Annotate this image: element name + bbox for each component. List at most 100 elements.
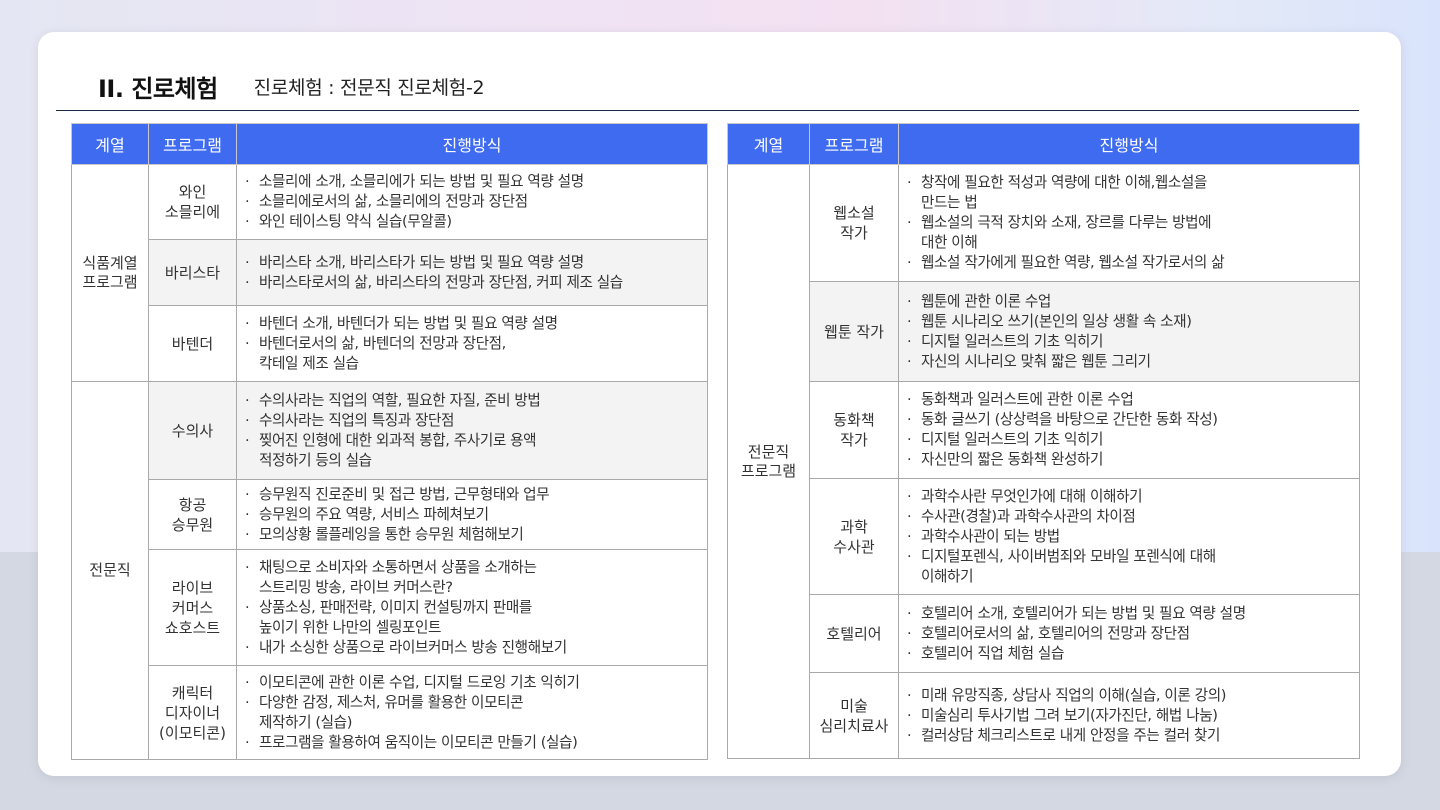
method-cell: · 미래 유망직종, 상담사 직업의 이해(실습, 이론 강의) · 미술심리 투사기… (898, 672, 1360, 759)
bullet-dot-icon: · (907, 726, 912, 744)
program-cell: 웹툰 작가 (809, 281, 899, 382)
method-bullet: · 동화책과 일러스트에 관한 이론 수업 (907, 390, 1353, 410)
bullet-dot-icon: · (245, 173, 250, 190)
method-text: 다양한 감정, 제스처, 유머를 활용한 이모티콘 제작하기 (실습) (259, 693, 524, 731)
method-bullet: · 수사관(경찰)과 과학수사관의 차이점 (907, 507, 1353, 527)
bullet-dot-icon: · (245, 391, 250, 409)
method-text: 동화책과 일러스트에 관한 이론 수업 (921, 391, 1134, 408)
program-cell: 캐릭터 디자이너 (이모티콘) (148, 665, 237, 760)
method-bullet: · 찢어진 인형에 대한 외과적 봉합, 주사기로 용액 적정하기 등의 실습 (245, 431, 701, 471)
method-text: 디지털 일러스트의 기초 익히기 (921, 431, 1104, 448)
method-bullet: · 승무원의 주요 역량, 서비스 파헤쳐보기 (245, 505, 701, 525)
program-cell: 동화책 작가 (809, 381, 899, 479)
method-text: 상품소싱, 판매전략, 이미지 컨설팅까지 판매를 높이기 위한 나만의 셀링포… (259, 598, 532, 636)
method-text: 찢어진 인형에 대한 외과적 봉합, 주사기로 용액 적정하기 등의 실습 (259, 431, 537, 469)
program-cell: 웹소설 작가 (809, 164, 899, 282)
method-cell: · 창작에 필요한 적성과 역량에 대한 이해,웹소설을 만드는 법 · 웹소설의 극… (898, 164, 1360, 282)
method-bullet: · 소믈리에로서의 삶, 소믈리에의 전망과 장단점 (245, 192, 701, 212)
method-bullet: · 소믈리에 소개, 소믈리에가 되는 방법 및 필요 역량 설명 (245, 172, 701, 192)
bullet-dot-icon: · (907, 431, 912, 448)
bullet-dot-icon: · (245, 638, 250, 656)
method-bullet: · 과학수사란 무엇인가에 대해 이해하기 (907, 487, 1353, 507)
bullet-dot-icon: · (907, 686, 912, 704)
bullet-dot-icon: · (245, 411, 250, 429)
bullet-dot-icon: · (907, 624, 912, 642)
method-bullet: · 이모티콘에 관한 이론 수업, 디지털 드로잉 기초 익히기 (245, 673, 701, 693)
header-program: 프로그램 (148, 123, 237, 165)
bullet-dot-icon: · (907, 254, 912, 271)
method-text: 바텐더 소개, 바텐더가 되는 방법 및 필요 역량 설명 (259, 314, 558, 332)
method-cell: · 승무원직 진로준비 및 접근 방법, 근무형태와 업무 · 승무원의 주요 역량,… (236, 479, 708, 550)
bullet-dot-icon: · (245, 505, 250, 523)
method-cell: · 바텐더 소개, 바텐더가 되는 방법 및 필요 역량 설명 · 바텐더로서의 삶,… (236, 305, 708, 382)
bullet-dot-icon: · (907, 214, 912, 231)
program-cell: 와인 소믈리에 (148, 164, 237, 240)
program-cell: 호텔리어 (809, 594, 899, 673)
method-bullet: · 호텔리어 소개, 호텔리어가 되는 방법 및 필요 역량 설명 (907, 604, 1353, 624)
method-text: 과학수사관이 되는 방법 (921, 527, 1060, 545)
header-category: 계열 (727, 123, 810, 165)
bullet-dot-icon: · (907, 604, 912, 622)
program-cell: 수의사 (148, 381, 237, 480)
bullet-dot-icon: · (245, 693, 250, 711)
bullet-dot-icon: · (245, 525, 250, 543)
category-cell: 전문직 (71, 381, 149, 760)
method-text: 내가 소싱한 상품으로 라이브커머스 방송 진행해보기 (259, 638, 567, 656)
header-category: 계열 (71, 123, 149, 165)
table-row: 전문직 프로그램 웹소설 작가 · 창작에 필요한 적성과 역량에 대한 이해,웹소설… (727, 164, 1360, 759)
bullet-dot-icon: · (245, 431, 250, 449)
bullet-dot-icon: · (245, 558, 250, 576)
method-text: 채팅으로 소비자와 소통하면서 상품을 소개하는 스트리밍 방송, 라이브 커머… (259, 558, 537, 596)
method-text: 승무원직 진로준비 및 접근 방법, 근무형태와 업무 (259, 485, 550, 503)
method-text: 모의상황 롤플레잉을 통한 승무원 체험해보기 (259, 525, 524, 543)
bullet-dot-icon: · (907, 451, 912, 468)
method-bullet: · 웹소설의 극적 장치와 소재, 장르를 다루는 방법에 대한 이해 (907, 213, 1353, 253)
page-title: II. 진로체험 (98, 74, 218, 103)
method-text: 웹소설 작가에게 필요한 역량, 웹소설 작가로서의 삶 (921, 254, 1225, 271)
title-row: II. 진로체험 진로체험 : 전문직 진로체험-2 (98, 66, 485, 106)
table-row: 항공 승무원 · 승무원직 진로준비 및 접근 방법, 근무형태와 업무 · 승무원의 … (72, 479, 708, 550)
method-cell: · 호텔리어 소개, 호텔리어가 되는 방법 및 필요 역량 설명 · 호텔리어로서의… (898, 594, 1360, 673)
bullet-dot-icon: · (245, 673, 250, 691)
method-text: 바리스타 소개, 바리스타가 되는 방법 및 필요 역량 설명 (259, 253, 584, 271)
bullet-dot-icon: · (907, 547, 912, 565)
method-bullet: · 모의상황 롤플레잉을 통한 승무원 체험해보기 (245, 525, 701, 545)
method-bullet: · 디지털포렌식, 사이버범죄와 모바일 포렌식에 대해 이해하기 (907, 547, 1353, 587)
method-text: 바텐더로서의 삶, 바텐더의 전망과 장단점, 칵테일 제조 실습 (259, 334, 506, 372)
method-bullet: · 창작에 필요한 적성과 역량에 대한 이해,웹소설을 만드는 법 (907, 173, 1353, 213)
bullet-dot-icon: · (907, 706, 912, 724)
bullet-dot-icon: · (245, 213, 250, 230)
program-table-right: 계열 프로그램 진행방식 전문직 프로그램 웹소설 작가 · 창작에 필요한 적성과 … (727, 123, 1360, 759)
method-bullet: · 디지털 일러스트의 기초 익히기 (907, 332, 1353, 352)
table-row: 바텐더 · 바텐더 소개, 바텐더가 되는 방법 및 필요 역량 설명 · 바텐더로서의… (72, 305, 708, 382)
bullet-dot-icon: · (245, 598, 250, 616)
method-cell: · 웹툰에 관한 이론 수업 · 웹툰 시나리오 쓰기(본인의 일상 생활 속 소재)… (898, 281, 1360, 382)
method-bullet: · 디지털 일러스트의 기초 익히기 (907, 430, 1353, 450)
method-bullet: · 호텔리어로서의 삶, 호텔리어의 전망과 장단점 (907, 624, 1353, 644)
method-text: 바리스타로서의 삶, 바리스타의 전망과 장단점, 커피 제조 실습 (259, 273, 623, 291)
bullet-dot-icon: · (245, 485, 250, 503)
bullet-dot-icon: · (907, 487, 912, 505)
method-bullet: · 내가 소싱한 상품으로 라이브커머스 방송 진행해보기 (245, 638, 701, 658)
table-row: 호텔리어 · 호텔리어 소개, 호텔리어가 되는 방법 및 필요 역량 설명 · 호텔리… (728, 594, 1360, 673)
method-bullet: · 승무원직 진로준비 및 접근 방법, 근무형태와 업무 (245, 485, 701, 505)
method-bullet: · 자신만의 짧은 동화책 완성하기 (907, 450, 1353, 470)
method-text: 소믈리에 소개, 소믈리에가 되는 방법 및 필요 역량 설명 (259, 173, 584, 190)
method-bullet: · 상품소싱, 판매전략, 이미지 컨설팅까지 판매를 높이기 위한 나만의 셀링… (245, 598, 701, 638)
category-cell: 식품계열 프로그램 (71, 164, 149, 382)
method-text: 호텔리어로서의 삶, 호텔리어의 전망과 장단점 (921, 624, 1190, 642)
program-cell: 미술 심리치료사 (809, 672, 899, 759)
method-text: 과학수사란 무엇인가에 대해 이해하기 (921, 487, 1143, 505)
method-text: 자신의 시나리오 맞춰 짧은 웹툰 그리기 (921, 352, 1151, 370)
bullet-dot-icon: · (245, 334, 250, 352)
category-cell: 전문직 프로그램 (727, 164, 810, 759)
bullet-dot-icon: · (907, 292, 912, 310)
table-row: 웹툰 작가 · 웹툰에 관한 이론 수업 · 웹툰 시나리오 쓰기(본인의 일상 생활 … (728, 281, 1360, 382)
method-cell: · 소믈리에 소개, 소믈리에가 되는 방법 및 필요 역량 설명 · 소믈리에로서의… (236, 164, 708, 240)
method-bullet: · 바리스타 소개, 바리스타가 되는 방법 및 필요 역량 설명 (245, 253, 701, 273)
method-bullet: · 채팅으로 소비자와 소통하면서 상품을 소개하는 스트리밍 방송, 라이브 커… (245, 558, 701, 598)
program-table-left: 계열 프로그램 진행방식 식품계열 프로그램 와인 소믈리에 · 소믈리에 소개, 소… (71, 123, 708, 760)
bullet-dot-icon: · (907, 332, 912, 350)
method-cell: · 이모티콘에 관한 이론 수업, 디지털 드로잉 기초 익히기 · 다양한 감정, … (236, 665, 708, 760)
bullet-dot-icon: · (245, 253, 250, 271)
